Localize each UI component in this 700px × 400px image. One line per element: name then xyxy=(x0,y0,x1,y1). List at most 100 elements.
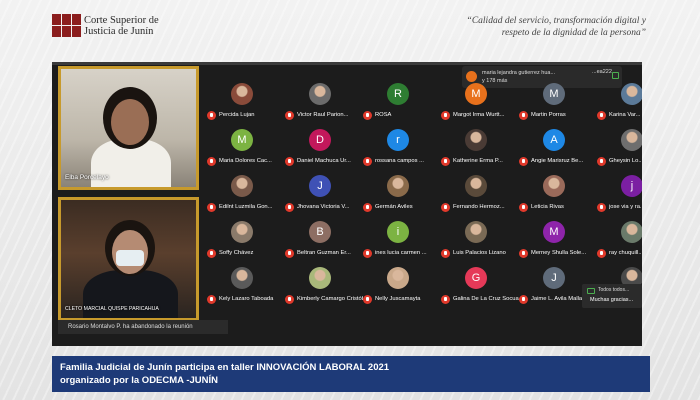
court-name-line2: Justicia de Junín xyxy=(84,26,154,37)
muted-mic-icon xyxy=(285,203,294,212)
participant-photo xyxy=(231,267,253,289)
muted-mic-icon xyxy=(207,295,216,304)
participant-tile[interactable]: M Maria Dolores Cac... xyxy=(207,126,285,171)
participant-name: Galina De La Cruz Socualaya xyxy=(453,296,519,302)
participant-tile[interactable]: Soffy Chávez xyxy=(207,218,285,263)
participant-avatar: J xyxy=(309,175,331,197)
participant-tile[interactable]: J Jhovana Victoria V... xyxy=(285,172,363,217)
video-tile-participant[interactable]: CLETO MARCIAL QUISPE PARICAHUA xyxy=(58,197,199,321)
participant-photo xyxy=(543,175,565,197)
participant-avatar: R xyxy=(387,83,409,105)
chat-popup[interactable]: Todos todos... Muchas gracias... xyxy=(582,284,642,308)
participant-name: rossana campos ... xyxy=(375,158,424,164)
muted-mic-icon xyxy=(519,295,528,304)
muted-mic-icon xyxy=(363,111,372,120)
participant-photo xyxy=(387,267,409,289)
participant-photo xyxy=(621,221,642,243)
participant-name: Maria Dolores Cac... xyxy=(219,158,272,164)
participant-photo xyxy=(465,129,487,151)
muted-mic-icon xyxy=(597,111,606,120)
muted-mic-icon xyxy=(207,157,216,166)
participant-name: Merney Shulla Sole... xyxy=(531,250,587,256)
participant-photo xyxy=(309,83,331,105)
participant-name: ines lucia carmen ... xyxy=(375,250,427,256)
participant-name: Leticia Rivas xyxy=(531,204,564,210)
muted-mic-icon xyxy=(285,157,294,166)
participant-name: jose via y ra... xyxy=(609,204,642,210)
participant-tile[interactable]: M Margot Irma Wurtt... xyxy=(441,80,519,125)
participant-photo xyxy=(387,175,409,197)
participant-tile[interactable]: r rossana campos ... xyxy=(363,126,441,171)
chat-icon[interactable] xyxy=(612,72,619,79)
participant-photo xyxy=(465,221,487,243)
participant-name: Margot Irma Wurtt... xyxy=(453,112,505,118)
participant-tile[interactable]: A Angie Marisruz Be... xyxy=(519,126,597,171)
participant-tile[interactable]: Kimberly Camargo Cristóbal xyxy=(285,264,363,309)
caption-line2: organizado por la ODECMA -JUNÍN xyxy=(60,375,218,386)
reaction-count: ...ea222 xyxy=(592,69,612,75)
muted-mic-icon xyxy=(441,111,450,120)
participant-name: Beltran Guzman Er... xyxy=(297,250,351,256)
participant-avatar: j xyxy=(621,175,642,197)
participant-tile[interactable]: B Beltran Guzman Er... xyxy=(285,218,363,263)
muted-mic-icon xyxy=(207,111,216,120)
participant-tile[interactable]: Nelly Juscamayta xyxy=(363,264,441,309)
muted-mic-icon xyxy=(597,157,606,166)
participant-avatar: M xyxy=(231,129,253,151)
participant-avatar: M xyxy=(543,83,565,105)
participant-name: Luis Palacios Lizano xyxy=(453,250,506,256)
participant-tile[interactable]: ray chuquill... xyxy=(597,218,642,263)
motto: “Calidad del servicio, transformación di… xyxy=(406,15,646,39)
reaction-line1: maria lejandra gutierrez hua... xyxy=(482,70,556,76)
participant-tile[interactable]: M Martin Porras xyxy=(519,80,597,125)
video-tile-speaker[interactable]: Elba Porcelayo xyxy=(58,66,199,190)
participant-avatar: i xyxy=(387,221,409,243)
court-logo xyxy=(52,14,82,38)
leave-notification: Rosario Montalvo P. ha abandonado la reu… xyxy=(58,320,228,334)
participant-tile[interactable]: Gheysin Lo... xyxy=(597,126,642,171)
participant-name: Victor Raul Parion... xyxy=(297,112,349,118)
chat-popup-message: Muchas gracias... xyxy=(590,297,634,303)
news-caption: Familia Judicial de Junín participa en t… xyxy=(52,356,650,392)
muted-mic-icon xyxy=(285,295,294,304)
muted-mic-icon xyxy=(285,111,294,120)
participant-tile[interactable]: Karina Var... xyxy=(597,80,642,125)
participant-tile[interactable]: G Galina De La Cruz Socualaya xyxy=(441,264,519,309)
participant-avatar: G xyxy=(465,267,487,289)
participant-tile[interactable]: Kely Lazaro Taboada xyxy=(207,264,285,309)
participant-name: Angie Marisruz Be... xyxy=(531,158,584,164)
participant-tile[interactable]: Percida Lujan xyxy=(207,80,285,125)
muted-mic-icon xyxy=(519,157,528,166)
participant-photo xyxy=(621,83,642,105)
participant-photo xyxy=(231,83,253,105)
participant-photo xyxy=(309,267,331,289)
participant-tile[interactable]: Luis Palacios Lizano xyxy=(441,218,519,263)
muted-mic-icon xyxy=(363,203,372,212)
chat-popup-title: Todos todos... xyxy=(598,287,630,293)
participant-avatar: M xyxy=(465,83,487,105)
muted-mic-icon xyxy=(519,203,528,212)
participant-tile[interactable]: i ines lucia carmen ... xyxy=(363,218,441,263)
muted-mic-icon xyxy=(441,249,450,258)
motto-line1: “Calidad del servicio, transformación di… xyxy=(466,16,646,26)
participant-tile[interactable]: Leticia Rivas xyxy=(519,172,597,217)
muted-mic-icon xyxy=(441,203,450,212)
participant-name: Fernando Hermoz... xyxy=(453,204,505,210)
participant-tile[interactable]: M Merney Shulla Sole... xyxy=(519,218,597,263)
participant-tile[interactable]: Victor Raul Parion... xyxy=(285,80,363,125)
participant-name: Jhovana Victoria V... xyxy=(297,204,350,210)
participant-tile[interactable]: Katherine Erma P... xyxy=(441,126,519,171)
participant-name: Percida Lujan xyxy=(219,112,255,118)
participant-tile[interactable]: Germán Aviles xyxy=(363,172,441,217)
participant-tile[interactable]: Fernando Hermoz... xyxy=(441,172,519,217)
participant-tile[interactable]: R ROSA xyxy=(363,80,441,125)
caption-line1: Familia Judicial de Junín participa en t… xyxy=(60,362,390,373)
participant-tile[interactable]: j jose via y ra... xyxy=(597,172,642,217)
muted-mic-icon xyxy=(207,203,216,212)
chat-bubble-icon xyxy=(587,288,595,294)
participant-name: Kely Lazaro Taboada xyxy=(219,296,274,302)
participant-grid: Percida Lujan Victor Raul Parion... R ROSA M… xyxy=(207,80,642,346)
muted-mic-icon xyxy=(441,295,450,304)
participant-tile[interactable]: Edilnt Luzmila Gon... xyxy=(207,172,285,217)
participant-tile[interactable]: D Daniel Machuca Ur... xyxy=(285,126,363,171)
